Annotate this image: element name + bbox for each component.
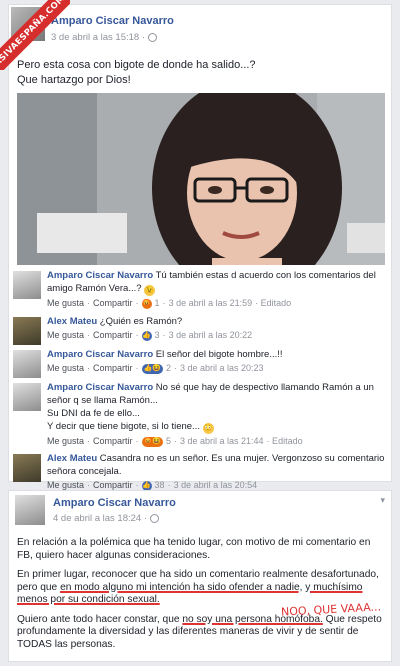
post-original: Amparo Ciscar Navarro 3 de abril a las 1…	[8, 4, 392, 491]
comment-author[interactable]: Amparo Ciscar Navarro	[47, 349, 153, 360]
share-link[interactable]: Compartir	[93, 297, 133, 310]
comment-footer: Me gusta · Compartir · 👍😆 2 · 3 de abril a …	[47, 362, 264, 375]
avatar[interactable]	[13, 383, 41, 411]
like-haha-reaction-icon[interactable]: 👍😆	[141, 363, 163, 374]
share-link[interactable]: Compartir	[93, 362, 133, 375]
edited-label[interactable]: · Editado	[255, 297, 291, 310]
post-paragraph: Quiero ante todo hacer constar, que no s…	[17, 614, 389, 652]
share-link[interactable]: Compartir	[93, 435, 133, 448]
angry-reaction-icon[interactable]: 😡	[141, 298, 152, 309]
angry-haha-reaction-icon[interactable]: 😡😆	[141, 436, 163, 447]
post-header: Amparo Ciscar Navarro 4 de abril a las 1…	[9, 491, 391, 531]
post-text-span: Quiero ante todo hacer constar, que	[17, 613, 183, 625]
post-author[interactable]: Amparo Ciscar Navarro	[53, 497, 176, 509]
reaction-count[interactable]: 3	[155, 329, 160, 342]
comment-time[interactable]: 3 de abril a las 21:59	[169, 297, 253, 310]
globe-icon	[148, 33, 158, 42]
avatar[interactable]	[13, 271, 41, 299]
watermark-text: ASIVAESPAÑA.COM	[0, 0, 70, 70]
avatar[interactable]	[13, 350, 41, 378]
post-time[interactable]: 4 de abril a las 18:24 ·	[53, 513, 147, 524]
post-text-line: Que hartazgo por Dios!	[17, 74, 131, 86]
avatar[interactable]	[13, 454, 41, 482]
reaction-count[interactable]: 1	[155, 297, 160, 310]
share-link[interactable]: Compartir	[93, 329, 133, 342]
like-reaction-icon[interactable]: 👍	[141, 330, 152, 341]
comment-text: Su DNI da fe de ello...	[47, 408, 140, 419]
comment-text: El señor del bigote hombre...!!	[155, 349, 283, 360]
comment-footer: Me gusta · Compartir · 😡😆 5 · 3 de abril a …	[47, 435, 303, 448]
chevron-down-icon[interactable]: ▾	[380, 495, 385, 506]
comment-time[interactable]: 3 de abril a las 20:23	[180, 362, 264, 375]
comment-time[interactable]: 3 de abril a las 21:44	[180, 435, 264, 448]
post-paragraph: En primer lugar, reconocer que ha sido u…	[17, 569, 389, 607]
post-photo[interactable]	[17, 93, 385, 265]
like-link[interactable]: Me gusta	[47, 362, 84, 375]
reaction-count[interactable]: 5	[166, 435, 171, 448]
avatar[interactable]	[13, 317, 41, 345]
comment-author[interactable]: Alex Mateu	[47, 453, 97, 464]
comment-text: ¿Quién es Ramón?	[99, 316, 183, 327]
post-meta: 4 de abril a las 18:24 ·	[53, 513, 160, 524]
globe-icon	[150, 514, 160, 523]
post-text: En relación a la polémica que ha tenido …	[17, 537, 389, 658]
portrait-illustration	[17, 93, 385, 265]
comment-footer: Me gusta · Compartir · 😡 1 · 3 de abril a l…	[47, 297, 292, 310]
underlined-text: en modo alguno mi intención ha sido ofen…	[17, 581, 363, 606]
comment-text: Casandra no es un señor. Es una mujer. V…	[47, 453, 385, 477]
flushed-emoji-icon: 😳	[202, 423, 214, 434]
edited-label[interactable]: · Editado	[267, 435, 303, 448]
avatar[interactable]	[15, 495, 45, 525]
like-link[interactable]: Me gusta	[47, 435, 84, 448]
like-link[interactable]: Me gusta	[47, 329, 84, 342]
like-link[interactable]: Me gusta	[47, 297, 84, 310]
comment-author[interactable]: Alex Mateu	[47, 316, 97, 327]
wink-emoji-icon: 😉	[144, 285, 156, 296]
comment-text: Y decir que tiene bigote, si lo tiene...	[47, 421, 200, 432]
post-paragraph: En relación a la polémica que ha tenido …	[17, 537, 371, 561]
reaction-count[interactable]: 2	[166, 362, 171, 375]
watermark-ribbon: ASIVAESPAÑA.COM	[0, 0, 70, 70]
comment-time[interactable]: 3 de abril a las 20:22	[169, 329, 253, 342]
comment-author[interactable]: Amparo Ciscar Navarro	[47, 270, 153, 281]
comment-footer: Me gusta · Compartir · 👍 3 · 3 de abril a l…	[47, 329, 253, 342]
like-reaction-icon[interactable]: 👍	[141, 480, 152, 491]
post-apology: Amparo Ciscar Navarro 4 de abril a las 1…	[8, 490, 392, 662]
comment-author[interactable]: Amparo Ciscar Navarro	[47, 382, 153, 393]
